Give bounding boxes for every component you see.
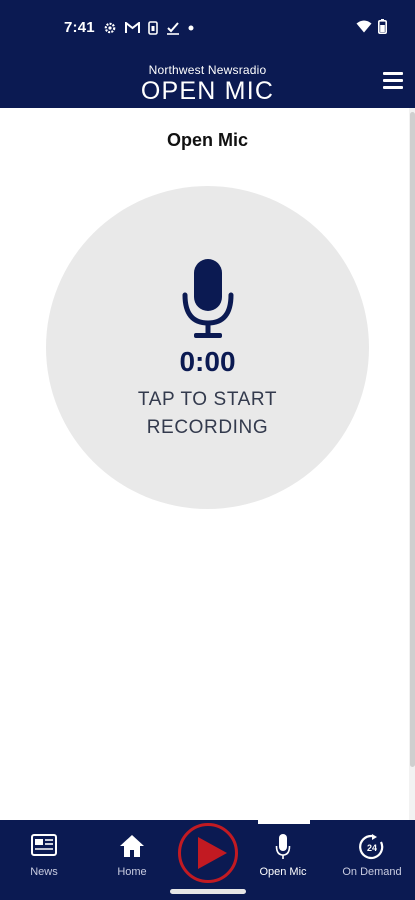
- sim-card-icon: [148, 20, 158, 35]
- nav-item-home[interactable]: Home: [102, 820, 162, 884]
- nav-label-open-mic: Open Mic: [259, 866, 307, 878]
- newspaper-icon: [31, 834, 57, 861]
- nav-item-on-demand[interactable]: 24 On Demand: [332, 820, 412, 884]
- notification-dot-icon: [188, 25, 194, 31]
- status-right: [356, 19, 387, 34]
- app-header: Northwest Newsradio OPEN MIC: [0, 58, 415, 108]
- recording-timer: 0:00: [179, 346, 236, 377]
- status-left: 7:41: [64, 19, 194, 36]
- play-button[interactable]: [178, 823, 238, 883]
- hamburger-menu-icon[interactable]: [383, 72, 403, 92]
- brand-title: OPEN MIC: [140, 77, 275, 105]
- brand-subtitle: Northwest Newsradio: [148, 63, 267, 77]
- svg-text:24: 24: [367, 843, 377, 853]
- status-bar: 7:41: [0, 0, 415, 58]
- nav-label-home: Home: [117, 866, 147, 878]
- nav-label-news: News: [30, 866, 58, 878]
- status-time: 7:41: [64, 19, 95, 36]
- record-prompt: TAP TO START RECORDING: [137, 389, 278, 438]
- microphone-icon: [182, 259, 234, 346]
- scrollbar-thumb[interactable]: [410, 112, 415, 767]
- task-done-icon: [166, 21, 180, 35]
- play-icon: [198, 837, 227, 869]
- settings-gear-icon: [103, 21, 117, 35]
- bottom-navigation: News Home Open Mic 24 On Demand: [0, 820, 415, 900]
- page-title: Open Mic: [166, 130, 248, 150]
- home-icon: [119, 834, 145, 863]
- on-demand-24-icon: 24: [359, 834, 385, 865]
- nav-item-news[interactable]: News: [14, 820, 74, 884]
- nav-item-open-mic[interactable]: Open Mic: [252, 820, 314, 884]
- gmail-icon: [124, 21, 140, 34]
- microphone-icon: [275, 834, 291, 865]
- gesture-navigation-bar[interactable]: [170, 889, 246, 894]
- record-button[interactable]: 0:00 TAP TO START RECORDING: [46, 186, 369, 509]
- nav-label-on-demand: On Demand: [342, 866, 402, 878]
- wifi-icon: [356, 20, 372, 33]
- battery-icon: [378, 19, 387, 34]
